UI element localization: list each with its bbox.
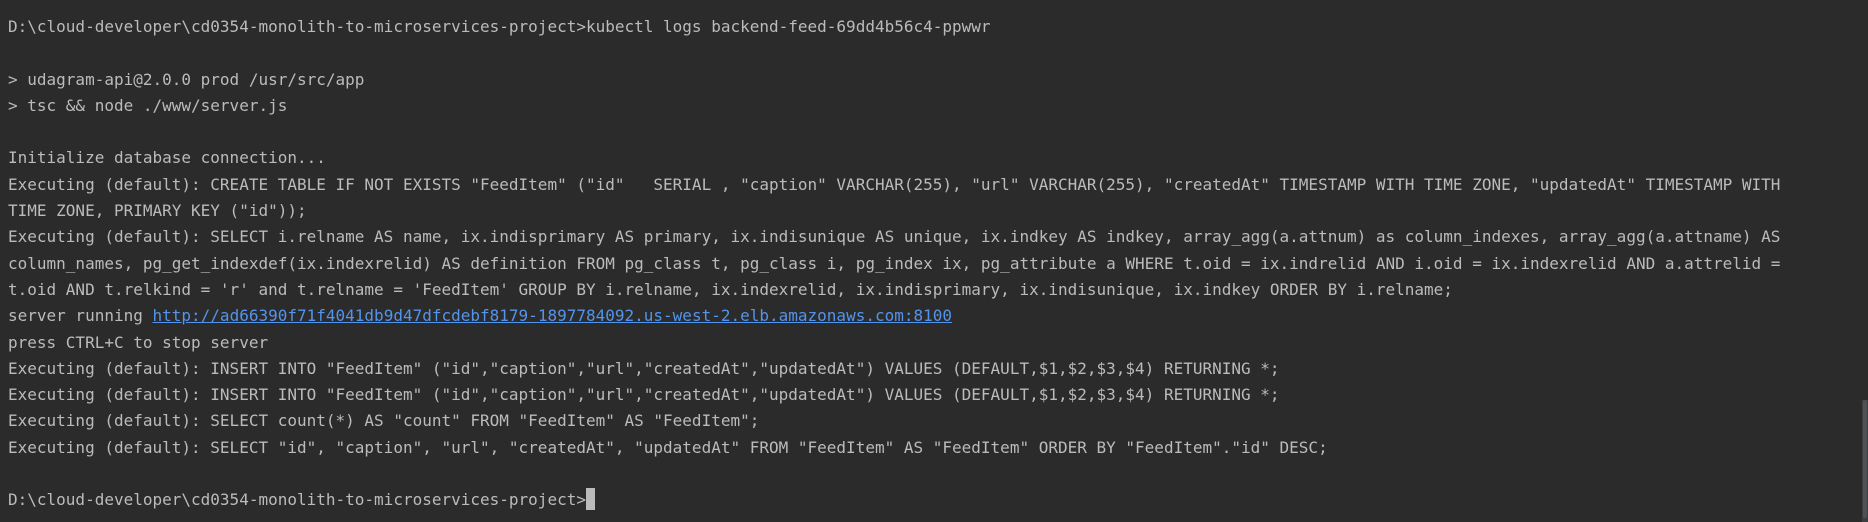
server-running-label: server running xyxy=(8,306,153,326)
log-line: Executing (default): SELECT "id", "capti… xyxy=(8,437,1328,457)
command-line: D:\cloud-developer\cd0354-monolith-to-mi… xyxy=(8,17,991,36)
log-line: Executing (default): CREATE TABLE IF NOT… xyxy=(8,174,1781,194)
log-line: Executing (default): SELECT i.relname AS… xyxy=(8,227,1781,247)
log-line: TIME ZONE, PRIMARY KEY ("id")); xyxy=(8,201,307,221)
prompt-text: D:\cloud-developer\cd0354-monolith-to-mi… xyxy=(8,490,586,510)
log-line: Executing (default): INSERT INTO "FeedIt… xyxy=(8,358,1280,378)
log-line: Initialize database connection... xyxy=(8,148,326,168)
log-line: Executing (default): SELECT count(*) AS … xyxy=(8,411,760,431)
server-url-link[interactable]: http://ad66390f71f4041db9d47dfcdebf8179-… xyxy=(153,306,953,325)
prompt-line[interactable]: D:\cloud-developer\cd0354-monolith-to-mi… xyxy=(8,487,1868,513)
npm-script-line: > tsc && node ./www/server.js xyxy=(8,95,288,115)
scrollbar-thumb[interactable] xyxy=(1863,400,1867,518)
log-line: t.oid AND t.relkind = 'r' and t.relname … xyxy=(8,279,1453,299)
log-line: press CTRL+C to stop server xyxy=(8,332,269,352)
terminal-output[interactable]: D:\cloud-developer\cd0354-monolith-to-mi… xyxy=(0,0,1868,522)
log-line: column_names, pg_get_indexdef(ix.indexre… xyxy=(8,253,1781,273)
log-line: Executing (default): INSERT INTO "FeedIt… xyxy=(8,385,1280,405)
npm-script-line: > udagram-api@2.0.0 prod /usr/src/app xyxy=(8,69,365,89)
server-running-line: server running http://ad66390f71f4041db9… xyxy=(8,303,1868,329)
text-cursor xyxy=(585,488,595,511)
